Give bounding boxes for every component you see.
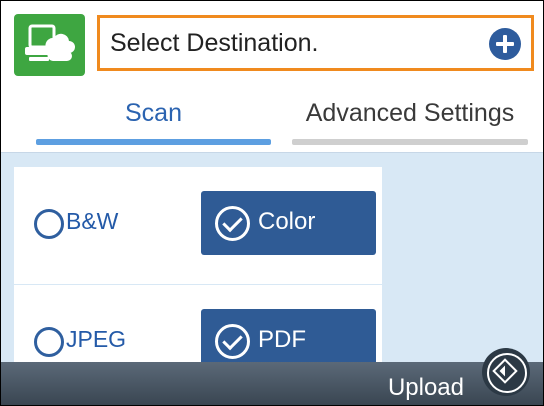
upload-label: Upload — [387, 374, 464, 401]
destination-field[interactable]: Select Destination. — [97, 15, 534, 71]
jpeg-radio[interactable] — [34, 327, 64, 357]
scan-to-cloud-icon — [14, 14, 85, 76]
tab-advanced-settings-label: Advanced Settings — [305, 99, 515, 127]
jpeg-label: JPEG — [66, 326, 127, 352]
header: Select Destination. — [0, 0, 544, 82]
color-mode-panel: B&W Color — [14, 167, 382, 284]
tab-scan-indicator — [36, 139, 271, 145]
tab-advanced-settings-indicator — [292, 139, 528, 145]
bottom-bar: Upload — [0, 362, 544, 406]
color-label: Color — [258, 208, 316, 235]
scan-to-cloud-screen: Select Destination. Scan Advanced Settin… — [0, 0, 544, 406]
check-icon — [215, 206, 250, 241]
plus-icon[interactable] — [489, 28, 521, 60]
tab-scan-label: Scan — [125, 99, 182, 127]
bw-radio[interactable] — [34, 209, 64, 239]
start-diamond-icon[interactable] — [482, 348, 530, 396]
scanner-cloud-icon — [25, 24, 75, 61]
tab-bar: Scan Advanced Settings — [0, 82, 544, 153]
destination-label: Select Destination. — [110, 29, 319, 57]
pdf-label: PDF — [258, 326, 306, 353]
tab-advanced-settings[interactable]: Advanced Settings — [292, 82, 528, 152]
tab-scan[interactable]: Scan — [36, 82, 271, 152]
check-icon — [215, 324, 250, 359]
color-button[interactable]: Color — [201, 191, 376, 255]
bw-label: B&W — [66, 208, 119, 234]
diamond-icon — [492, 358, 518, 384]
